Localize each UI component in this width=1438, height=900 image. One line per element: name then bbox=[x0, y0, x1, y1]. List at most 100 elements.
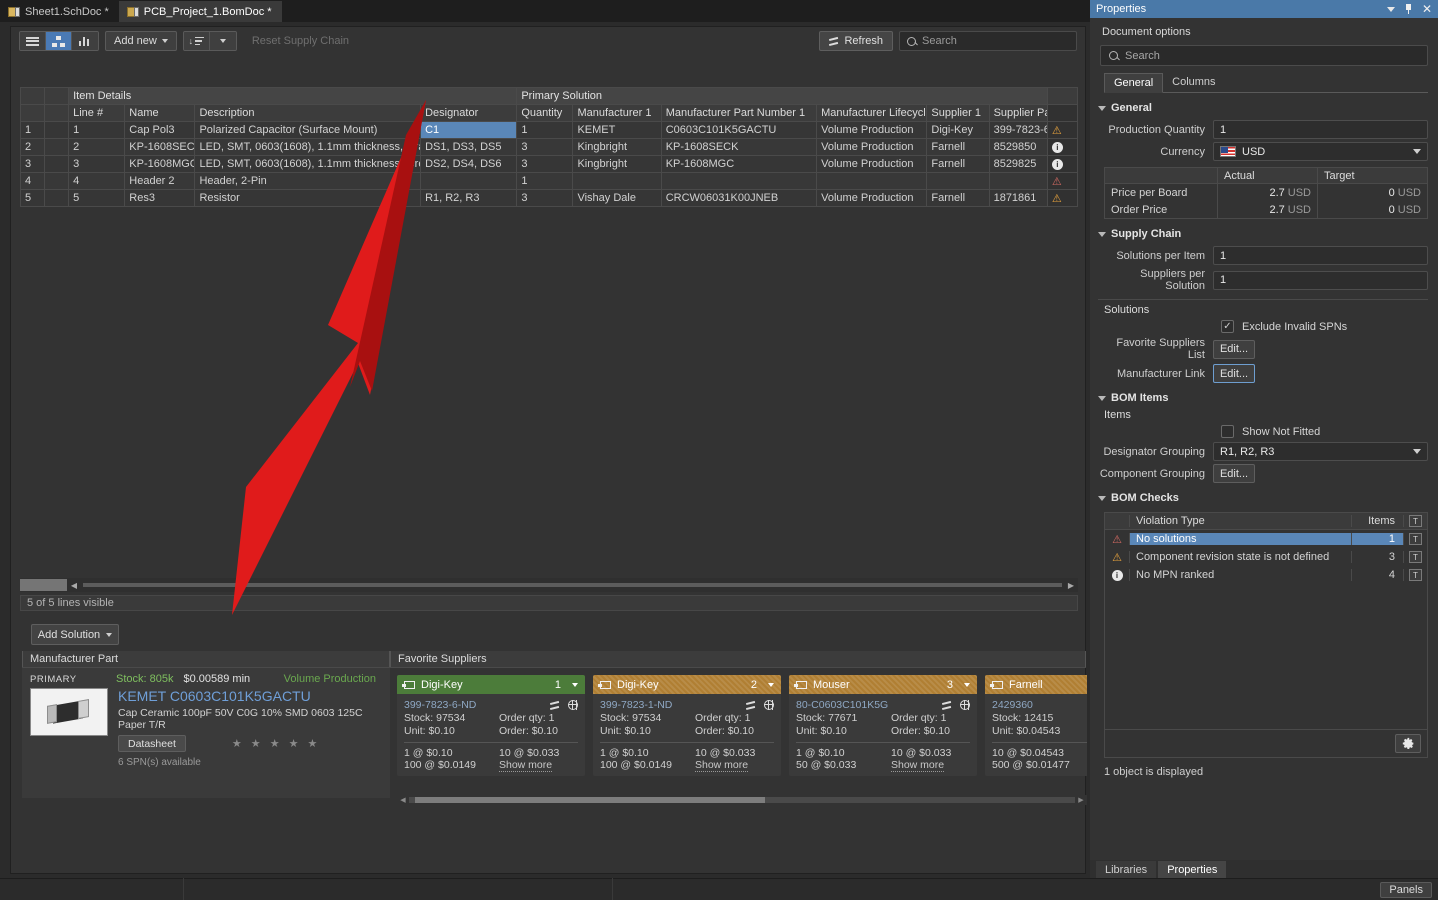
cell-lifecycle[interactable] bbox=[816, 172, 928, 190]
favorite-suppliers-edit-button[interactable]: Edit... bbox=[1213, 339, 1255, 359]
cell-lifecycle[interactable]: Volume Production bbox=[816, 189, 928, 207]
col-header-quantity[interactable]: Quantity bbox=[516, 104, 574, 122]
list-view-button[interactable] bbox=[20, 32, 46, 50]
cell-name[interactable]: KP-1608MGC bbox=[124, 155, 196, 173]
cell-spn[interactable]: 399-7823-6 bbox=[988, 121, 1048, 139]
chevron-down-icon[interactable] bbox=[768, 682, 774, 687]
suppliers-per-solution-input[interactable]: 1 bbox=[1213, 270, 1428, 290]
datasheet-button[interactable]: Datasheet bbox=[118, 735, 186, 752]
status-badge[interactable]: ⚠ bbox=[1046, 172, 1079, 190]
cell-manufacturer[interactable]: Kingbright bbox=[572, 155, 662, 173]
cell-description[interactable]: Header, 2-Pin bbox=[194, 172, 422, 190]
list-item[interactable]: i No MPN ranked 4 T bbox=[1105, 566, 1427, 584]
scroll-left-arrow-icon[interactable]: ◀ bbox=[67, 579, 81, 591]
col-header-spn[interactable]: Supplier Par bbox=[988, 104, 1048, 122]
cell-name[interactable]: Res3 bbox=[124, 189, 196, 207]
cell-designator[interactable]: DS1, DS3, DS5 bbox=[420, 138, 518, 156]
add-new-button[interactable]: Add new bbox=[105, 31, 177, 51]
compare-icon[interactable] bbox=[746, 700, 756, 710]
cell-designator[interactable]: C1 bbox=[420, 121, 518, 139]
table-row[interactable]: 5 5 Res3 Resistor R1, R2, R3 3 Vishay Da… bbox=[19, 189, 1079, 207]
cell-quantity[interactable]: 3 bbox=[516, 189, 574, 207]
text-filter-icon[interactable]: T bbox=[1409, 569, 1422, 581]
cell-quantity[interactable]: 3 bbox=[516, 155, 574, 173]
supplier-card[interactable]: Farnell 2429360 Stock: 12415Order Unit: … bbox=[985, 675, 1087, 776]
text-filter-icon[interactable]: T bbox=[1409, 533, 1422, 545]
bom-checks-settings-button[interactable] bbox=[1395, 734, 1421, 753]
supplier-horizontal-scrollbar[interactable]: ◀ ▶ bbox=[397, 795, 1087, 805]
solutions-per-item-input[interactable]: 1 bbox=[1213, 246, 1428, 265]
pane-header-manufacturer-part[interactable]: Manufacturer Part bbox=[22, 651, 390, 667]
list-item[interactable]: ⚠ Component revision state is not define… bbox=[1105, 548, 1427, 566]
cell-supplier[interactable]: Farnell bbox=[926, 155, 990, 173]
col-header-blank[interactable] bbox=[44, 104, 70, 122]
refresh-button[interactable]: Refresh bbox=[819, 31, 893, 51]
supplier-spn[interactable]: 2429360 bbox=[992, 699, 1033, 711]
supplier-card-header[interactable]: Digi-Key 2 bbox=[593, 675, 781, 694]
cell-spn[interactable]: 8529850 bbox=[988, 138, 1048, 156]
col-header-description[interactable]: Description bbox=[194, 104, 422, 122]
search-input[interactable]: Search bbox=[899, 31, 1077, 51]
supplier-card[interactable]: Mouser 3 80-C0603C101K5G Stock: 77671 Ord… bbox=[789, 675, 977, 776]
cell-spn[interactable]: 1871861 bbox=[988, 189, 1048, 207]
cell-supplier[interactable]: Farnell bbox=[926, 189, 990, 207]
table-row[interactable]: 2 2 KP-1608SECK LED, SMT, 0603(1608), 1.… bbox=[19, 138, 1079, 156]
status-badge[interactable]: ⚠ bbox=[1046, 121, 1079, 139]
currency-select[interactable]: USD bbox=[1213, 142, 1428, 161]
scrollbar-track[interactable] bbox=[409, 797, 1075, 803]
section-bom-items-header[interactable]: BOM Items bbox=[1098, 389, 1428, 407]
chevron-down-icon[interactable] bbox=[964, 682, 970, 687]
cell-description[interactable]: LED, SMT, 0603(1608), 1.1mm thickness, O… bbox=[194, 138, 422, 156]
cell-lifecycle[interactable]: Volume Production bbox=[816, 155, 928, 173]
cell-name[interactable]: Header 2 bbox=[124, 172, 196, 190]
col-header-designator[interactable]: Designator bbox=[420, 104, 518, 122]
cell-mpn[interactable]: KP-1608SECK bbox=[660, 138, 818, 156]
bom-grid[interactable]: Item Details Primary Solution Line # Nam… bbox=[19, 87, 1079, 575]
cell-line[interactable]: 1 bbox=[68, 121, 126, 139]
cell-mpn[interactable] bbox=[660, 172, 818, 190]
cell-designator[interactable] bbox=[420, 172, 518, 190]
scrollbar-thumb[interactable] bbox=[415, 797, 765, 803]
cell-line[interactable]: 3 bbox=[68, 155, 126, 173]
table-row[interactable]: 3 3 KP-1608MGC LED, SMT, 0603(1608), 1.1… bbox=[19, 155, 1079, 173]
col-header-name[interactable]: Name bbox=[124, 104, 196, 122]
cell-manufacturer[interactable]: Vishay Dale bbox=[572, 189, 662, 207]
tab-general[interactable]: General bbox=[1104, 73, 1164, 93]
grid-horizontal-scrollbar[interactable]: ◀ ▶ bbox=[20, 578, 1078, 592]
col-header-mpn[interactable]: Manufacturer Part Number 1 bbox=[660, 104, 818, 122]
cell-manufacturer[interactable] bbox=[572, 172, 662, 190]
show-not-fitted-checkbox[interactable] bbox=[1221, 425, 1234, 438]
section-bom-checks-header[interactable]: BOM Checks bbox=[1098, 489, 1428, 507]
cell-supplier[interactable]: Digi-Key bbox=[926, 121, 990, 139]
part-thumbnail[interactable] bbox=[30, 688, 108, 736]
supplier-spn[interactable]: 80-C0603C101K5G bbox=[796, 699, 888, 711]
cell-manufacturer[interactable]: Kingbright bbox=[572, 138, 662, 156]
text-filter-icon[interactable]: T bbox=[1409, 515, 1422, 527]
col-header-supplier[interactable]: Supplier 1 bbox=[926, 104, 990, 122]
designator-grouping-select[interactable]: R1, R2, R3 bbox=[1213, 442, 1428, 461]
exclude-invalid-spns-checkbox[interactable]: ✓ bbox=[1221, 320, 1234, 333]
section-general-header[interactable]: General bbox=[1098, 99, 1428, 117]
show-more-link[interactable]: Show more bbox=[499, 759, 553, 772]
cell-line[interactable]: 2 bbox=[68, 138, 126, 156]
close-icon[interactable]: ✕ bbox=[1422, 3, 1432, 15]
production-quantity-input[interactable]: 1 bbox=[1213, 120, 1428, 139]
globe-icon[interactable] bbox=[959, 699, 970, 710]
show-more-link[interactable]: Show more bbox=[695, 759, 749, 772]
cell-designator[interactable]: DS2, DS4, DS6 bbox=[420, 155, 518, 173]
show-more-link[interactable]: Show more bbox=[891, 759, 945, 772]
status-badge[interactable]: ⚠ bbox=[1046, 189, 1079, 207]
pane-header-favorite-suppliers[interactable]: Favorite Suppliers bbox=[390, 651, 1086, 667]
part-title-link[interactable]: KEMET C0603C101K5GACTU bbox=[118, 688, 382, 704]
cell-name[interactable]: Cap Pol3 bbox=[124, 121, 196, 139]
supplier-spn[interactable]: 399-7823-1-ND bbox=[600, 699, 672, 711]
chevron-down-icon[interactable] bbox=[572, 682, 578, 687]
cell-supplier[interactable] bbox=[926, 172, 990, 190]
scrollbar-track[interactable] bbox=[83, 583, 1062, 587]
cell-manufacturer[interactable]: KEMET bbox=[572, 121, 662, 139]
cell-lifecycle[interactable]: Volume Production bbox=[816, 121, 928, 139]
table-row[interactable]: 1 1 Cap Pol3 Polarized Capacitor (Surfac… bbox=[19, 121, 1079, 139]
panels-button[interactable]: Panels bbox=[1380, 882, 1432, 898]
add-solution-button[interactable]: Add Solution bbox=[31, 624, 119, 645]
panel-tab-properties[interactable]: Properties bbox=[1158, 861, 1227, 878]
